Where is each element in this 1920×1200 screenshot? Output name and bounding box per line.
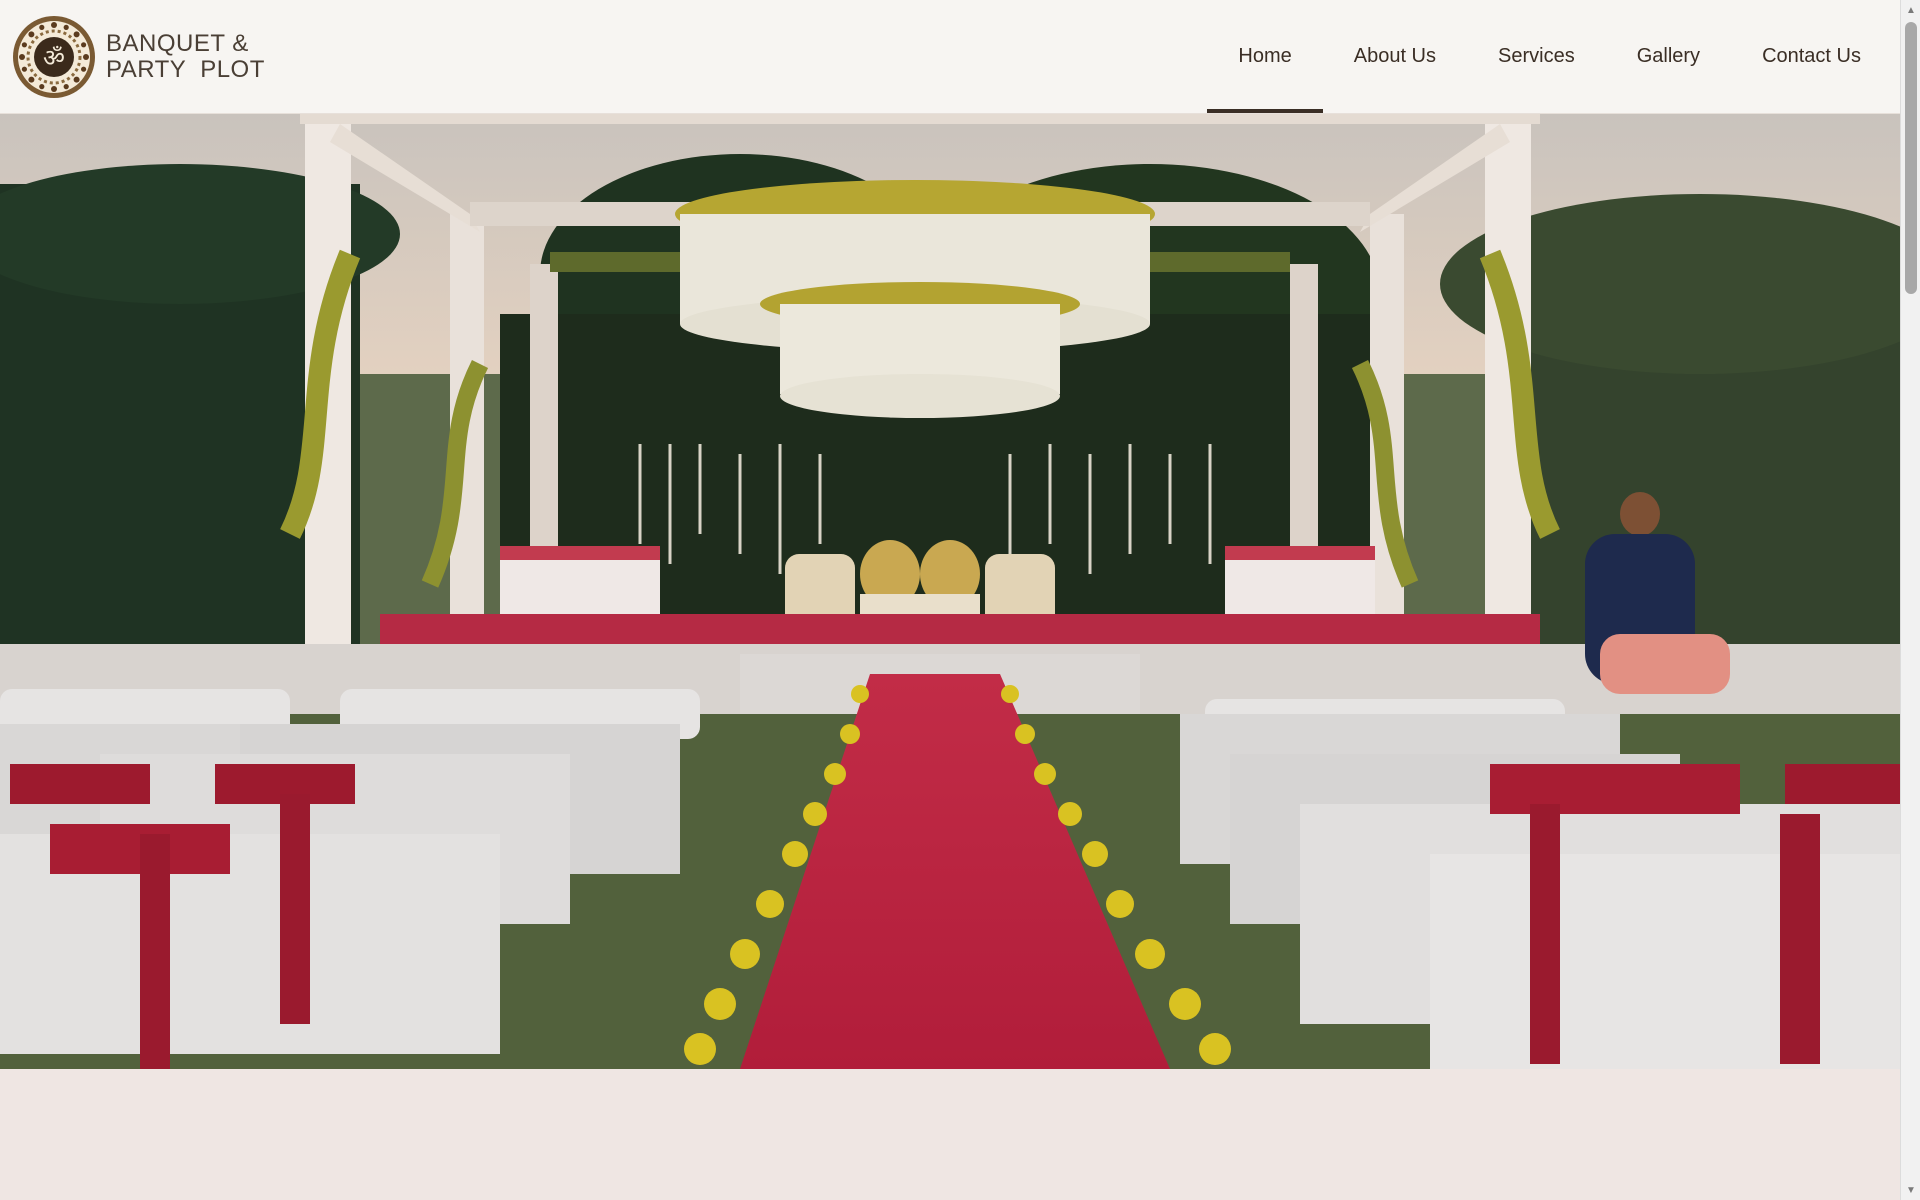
nav-item-gallery[interactable]: Gallery — [1606, 0, 1731, 113]
nav-item-label: Services — [1498, 45, 1575, 67]
nav-item-home[interactable]: Home — [1207, 0, 1324, 113]
nav-item-label: About Us — [1353, 45, 1436, 67]
scroll-up-arrow-icon[interactable]: ▲ — [1901, 0, 1920, 20]
scroll-down-arrow-icon[interactable]: ▼ — [1901, 1180, 1920, 1200]
hero-banner — [0, 114, 1900, 1069]
brand-name-line2: PARTY PLOT — [106, 55, 265, 83]
nav-item-services[interactable]: Services — [1467, 0, 1606, 113]
om-mandala-logo-icon: ॐ — [13, 15, 95, 98]
svg-text:ॐ: ॐ — [43, 44, 65, 72]
scrollbar-thumb[interactable] — [1905, 22, 1917, 294]
main-nav: Home About Us Services Gallery Contact U… — [1207, 0, 1900, 113]
content-section — [0, 1069, 1900, 1200]
nav-item-label: Home — [1238, 45, 1292, 67]
page-scrollbar[interactable]: ▲ ▼ — [1900, 0, 1920, 1200]
brand-name-line1: BANQUET & — [106, 30, 249, 58]
brand-name: BANQUET & PARTY PLOT — [106, 30, 265, 83]
hero-image — [0, 114, 1900, 1069]
site-header: ॐ BANQUET & PARTY PLOT Home About Us Ser… — [0, 0, 1900, 114]
brand[interactable]: ॐ BANQUET & PARTY PLOT — [0, 0, 265, 113]
nav-item-about-us[interactable]: About Us — [1323, 0, 1467, 113]
nav-item-contact-us[interactable]: Contact Us — [1731, 0, 1892, 113]
nav-item-label: Gallery — [1636, 45, 1701, 67]
page: ॐ BANQUET & PARTY PLOT Home About Us Ser… — [0, 0, 1920, 1200]
nav-item-label: Contact Us — [1762, 45, 1861, 67]
